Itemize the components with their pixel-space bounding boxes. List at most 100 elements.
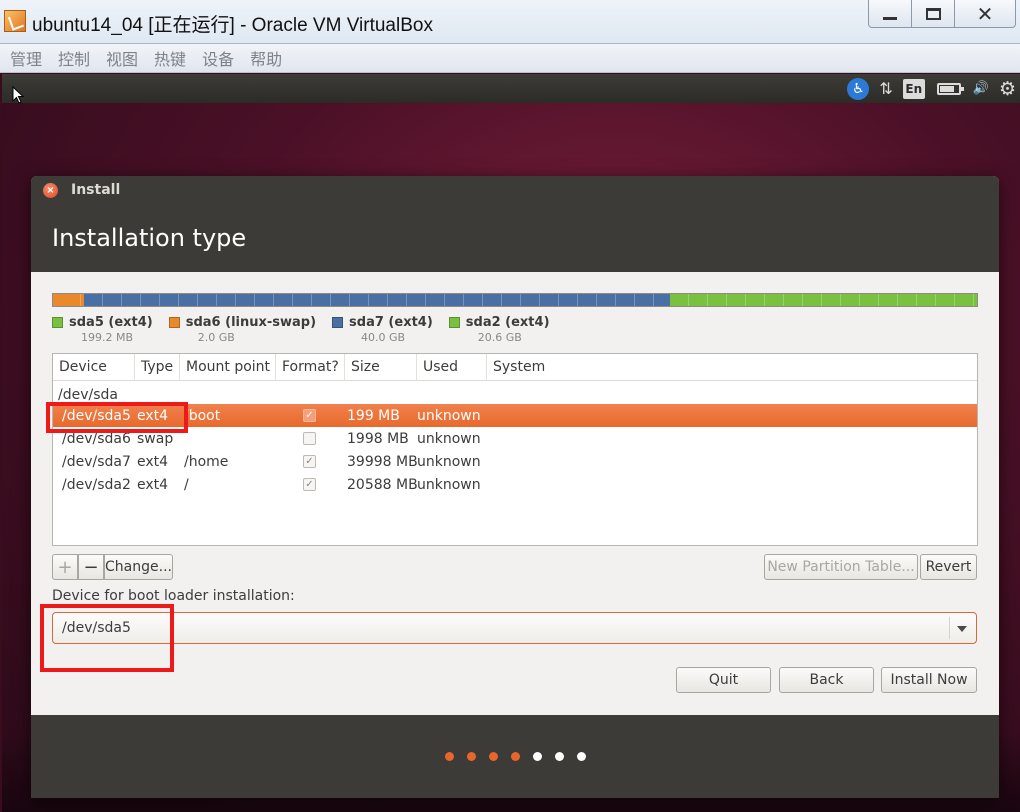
legend-item: sda2 (ext4) 20.6 GB (448, 315, 550, 344)
column-header-device[interactable]: Device (53, 354, 135, 381)
table-row[interactable]: /dev/sda7 ext4/home ✓ 39998 MB unknown (53, 450, 977, 473)
format-checkbox[interactable]: ✓ (303, 409, 316, 422)
format-checkbox[interactable]: ✓ (303, 478, 316, 491)
partition-rows: /dev/sda5 ext4/boot ✓ 199 MB unknown/dev/sda… (53, 404, 977, 496)
battery-level (939, 85, 955, 92)
cell-format (276, 432, 345, 445)
legend-label: sda5 (ext4) (69, 315, 153, 330)
partition-legend: sda5 (ext4) 199.2 MB sda6 (linux-swap) 2.0 … (52, 315, 550, 344)
network-icon[interactable]: ⇅ (879, 78, 892, 100)
annotation-box-sda5-row (46, 402, 188, 433)
disk-row[interactable]: /dev/sda (53, 381, 977, 404)
change-partition-button[interactable]: Change... (104, 554, 173, 580)
legend-item: sda5 (ext4) 199.2 MB (52, 315, 153, 344)
table-row[interactable]: /dev/sda2 ext4 / ✓ 20588 MB unknown (53, 473, 977, 496)
disk-bar-segment-sda6 (61, 294, 85, 306)
cell-mount-point: / (184, 476, 189, 493)
close-button[interactable]: ✕ (954, 0, 1016, 28)
remove-partition-button[interactable]: − (78, 554, 104, 580)
menu-item-4[interactable]: 设备 (202, 46, 234, 70)
column-header-used[interactable]: Used (417, 354, 487, 381)
column-header-format[interactable]: Format? (276, 354, 345, 381)
progress-dot (489, 752, 498, 761)
menu-item-5[interactable]: 帮助 (250, 46, 282, 70)
cell-format: ✓ (276, 455, 345, 468)
column-header-system[interactable]: System (487, 354, 977, 381)
boot-loader-device-select[interactable]: /dev/sda5 (52, 612, 977, 644)
cell-format: ✓ (276, 478, 345, 491)
install-dialog: × Install Installation type sda5 (ext4) 1… (31, 176, 999, 798)
boot-loader-label: Device for boot loader installation: (52, 588, 295, 604)
disk-usage-bar (52, 293, 978, 307)
dropdown-arrow-icon (957, 626, 967, 632)
column-header-type[interactable]: Type (135, 354, 180, 381)
table-header: Device Type Mount point Format? Size Use… (53, 354, 977, 381)
cell-mount-point: /home (184, 453, 229, 470)
cell-type: ext4 (137, 476, 169, 493)
progress-dot (533, 752, 542, 761)
cell-used: unknown (417, 453, 481, 470)
maximize-button[interactable] (911, 0, 955, 28)
table-row[interactable]: /dev/sda6 swap 1998 MB unknown (53, 427, 977, 450)
virtualbox-app-icon (4, 10, 26, 32)
cell-size: 39998 MB (347, 453, 418, 470)
minimize-icon (883, 17, 897, 20)
dialog-title: Install (71, 182, 121, 198)
disk-bar-segment-sda7 (84, 294, 671, 306)
cell-mount-point: /boot (184, 407, 221, 424)
revert-button[interactable]: Revert (920, 554, 977, 580)
partition-table: Device Type Mount point Format? Size Use… (52, 353, 978, 546)
cell-device: /dev/sda2 (62, 476, 131, 493)
legend-size: 20.6 GB (477, 331, 522, 344)
dialog-header: × Install Installation type (31, 176, 999, 272)
cell-used: unknown (417, 407, 481, 424)
vbox-menubar: 管理 控制 视图 热键 设备 帮助 (0, 44, 1020, 73)
menu-item-3[interactable]: 热键 (154, 46, 186, 70)
cell-size: 199 MB (347, 407, 400, 424)
keyboard-layout-indicator[interactable]: En (902, 78, 925, 99)
menu-item-2[interactable]: 视图 (106, 46, 138, 70)
column-header-mount-point[interactable]: Mount point (180, 354, 276, 381)
legend-swatch (52, 317, 63, 328)
cell-device: /dev/sda7 (62, 453, 131, 470)
new-partition-table-button[interactable]: New Partition Table... (764, 554, 918, 580)
minimize-button[interactable] (868, 0, 912, 28)
column-header-size[interactable]: Size (345, 354, 417, 381)
cell-type: ext4 (137, 453, 169, 470)
progress-dot (467, 752, 476, 761)
back-button[interactable]: Back (779, 667, 874, 693)
window-title: ubuntu14_04 [正在运行] - Oracle VM VirtualBo… (32, 15, 433, 36)
menu-item-1[interactable]: 控制 (58, 46, 90, 70)
legend-swatch (168, 317, 180, 328)
cell-size: 20588 MB (347, 476, 418, 493)
progress-dot (445, 752, 454, 761)
cell-size: 1998 MB (347, 430, 409, 447)
legend-swatch (448, 317, 460, 328)
menu-item-0[interactable]: 管理 (10, 46, 42, 70)
legend-label: sda2 (ext4) (465, 315, 550, 330)
vbox-titlebar: ubuntu14_04 [正在运行] - Oracle VM VirtualBo… (0, 0, 1020, 44)
ubuntu-top-panel: ♿ ⇅ En 🔊 ⚙ (2, 74, 1020, 103)
legend-size: 40.0 GB (361, 331, 406, 344)
legend-size: 199.2 MB (81, 331, 134, 344)
settings-gear-icon[interactable]: ⚙ (999, 78, 1016, 100)
mouse-pointer-icon (12, 86, 24, 104)
legend-swatch (332, 317, 344, 328)
cell-used: unknown (417, 430, 481, 447)
install-now-button[interactable]: Install Now (881, 667, 977, 693)
add-partition-button[interactable]: + (52, 554, 78, 580)
page-heading: Installation type (52, 224, 247, 252)
dialog-footer (31, 715, 999, 798)
accessibility-icon[interactable]: ♿ (847, 77, 870, 100)
table-row[interactable]: /dev/sda5 ext4/boot ✓ 199 MB unknown (53, 404, 977, 427)
legend-label: sda6 (linux-swap) (185, 315, 317, 330)
disk-bar-segment-sda2 (670, 294, 977, 306)
quit-button[interactable]: Quit (676, 667, 771, 693)
dialog-close-icon[interactable]: × (43, 183, 58, 198)
format-checkbox[interactable] (303, 432, 316, 445)
battery-icon[interactable] (935, 78, 964, 100)
legend-item: sda6 (linux-swap) 2.0 GB (168, 315, 317, 344)
format-checkbox[interactable]: ✓ (303, 455, 316, 468)
legend-item: sda7 (ext4) 40.0 GB (332, 315, 433, 344)
volume-icon[interactable]: 🔊 (973, 78, 989, 100)
